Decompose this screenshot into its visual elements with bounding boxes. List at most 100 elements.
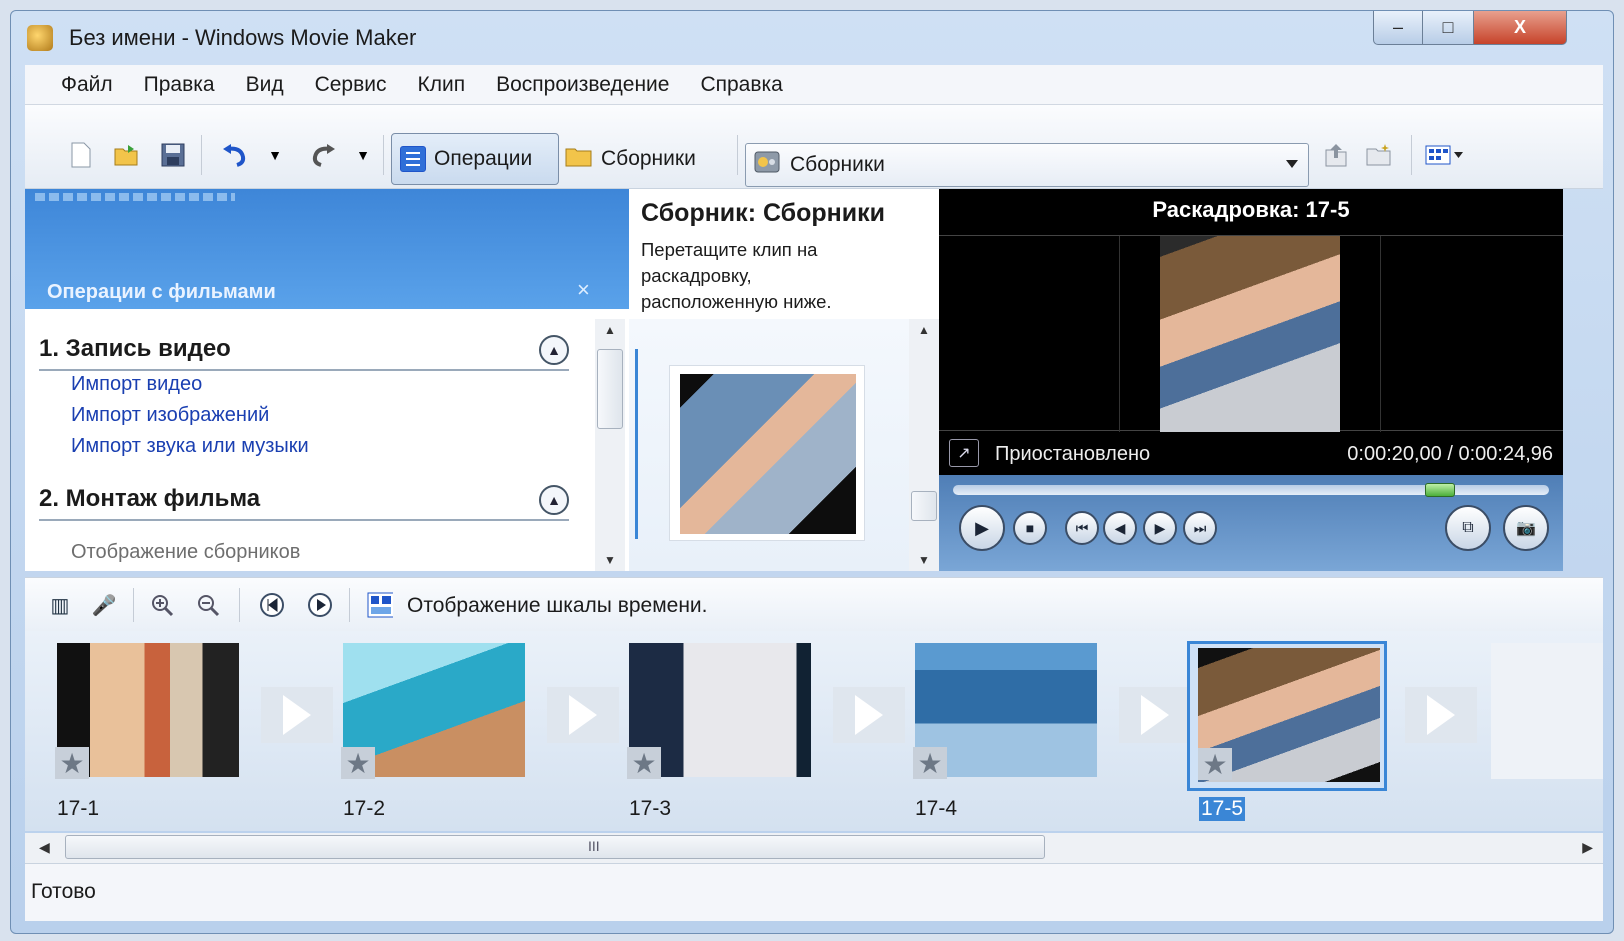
show-timeline-label[interactable]: Отображение шкалы времени. — [407, 594, 708, 618]
operations-button[interactable]: Операции — [391, 133, 559, 185]
collection-film-icon — [754, 149, 780, 181]
empty-storyboard-cell[interactable] — [1491, 643, 1603, 779]
save-project-icon[interactable] — [159, 141, 187, 169]
redo-icon[interactable] — [309, 141, 337, 169]
transition-slot[interactable] — [833, 687, 905, 743]
section-capture-title[interactable]: 1. Запись видео — [39, 335, 231, 363]
set-audio-levels-icon[interactable]: ▥ — [47, 592, 73, 618]
narrate-microphone-icon[interactable]: 🎤 — [91, 592, 117, 618]
next-frame-icon[interactable]: ⏭ — [1183, 511, 1217, 545]
close-icon[interactable]: × — [577, 277, 590, 303]
undo-icon[interactable] — [221, 141, 249, 169]
maximize-button[interactable]: □ — [1422, 11, 1474, 45]
storyboard-scrollbar[interactable]: ◀ III ▶ — [25, 833, 1603, 863]
scroll-left-icon[interactable]: ◀ — [39, 839, 50, 856]
menu-clip[interactable]: Клип — [418, 73, 466, 97]
zoom-out-icon[interactable] — [195, 592, 221, 618]
scroll-down-icon[interactable]: ▼ — [918, 553, 930, 567]
scroll-up-icon[interactable]: ▲ — [604, 323, 616, 337]
transition-slot[interactable] — [261, 687, 333, 743]
chevron-down-icon — [1286, 160, 1298, 168]
menu-help[interactable]: Справка — [700, 73, 782, 97]
storyboard-clip[interactable]: ★ — [619, 643, 815, 787]
preview-status-row: ↗ Приостановлено 0:00:20,00 / 0:00:24,96 — [939, 433, 1563, 473]
collection-description: Перетащите клип на раскадровку, располож… — [641, 239, 832, 312]
scroll-right-icon[interactable]: ▶ — [1582, 839, 1593, 856]
menu-bar: Файл Правка Вид Сервис Клип Воспроизведе… — [25, 65, 1603, 105]
menu-edit[interactable]: Правка — [144, 73, 215, 97]
star-icon[interactable]: ★ — [1198, 748, 1232, 780]
play-icon[interactable]: ▶ — [959, 505, 1005, 551]
clip-label-selected: 17-5 — [1199, 797, 1246, 821]
step-back-icon[interactable]: ◀ — [1103, 511, 1137, 545]
storyboard-toolbar: ▥ 🎤 Отображение шкалы времени. — [25, 577, 1603, 631]
step-forward-icon[interactable]: ▶ — [1143, 511, 1177, 545]
preview-screen — [939, 235, 1563, 432]
undo-dropdown-icon[interactable]: ▼ — [261, 141, 289, 169]
storyboard-clip[interactable]: ★ — [47, 643, 243, 787]
section-edit-title[interactable]: 2. Монтаж фильма — [39, 485, 260, 513]
clip-label: 17-2 — [343, 797, 386, 820]
import-video-link[interactable]: Импорт видео — [71, 373, 202, 396]
star-icon[interactable]: ★ — [341, 747, 375, 779]
rewind-storyboard-icon[interactable] — [259, 592, 285, 618]
scroll-up-icon[interactable]: ▲ — [918, 323, 930, 337]
tasks-header: Операции с фильмами × — [25, 189, 629, 309]
collection-clip-thumbnail[interactable] — [669, 365, 865, 541]
preview-title: Раскадровка: 17-5 — [1152, 197, 1350, 222]
new-collection-folder-icon[interactable] — [1365, 141, 1393, 169]
views-icon[interactable] — [1425, 141, 1465, 169]
status-text: Готово — [31, 880, 96, 903]
collapse-section-icon[interactable]: ▲ — [539, 335, 569, 365]
play-storyboard-icon[interactable] — [307, 592, 333, 618]
menu-playback[interactable]: Воспроизведение — [496, 73, 669, 97]
previous-frame-icon[interactable]: ⏮ — [1065, 511, 1099, 545]
star-icon[interactable]: ★ — [627, 747, 661, 779]
title-bar: Без имени - Windows Movie Maker – □ X — [11, 11, 1613, 63]
clip-label: 17-3 — [629, 797, 672, 820]
menu-view[interactable]: Вид — [246, 73, 284, 97]
star-icon[interactable]: ★ — [913, 747, 947, 779]
preview-monitor: Раскадровка: 17-5 ↗ Приостановлено 0:00:… — [939, 189, 1563, 571]
collections-button[interactable]: Сборники — [565, 141, 696, 177]
show-timeline-icon[interactable] — [367, 592, 393, 618]
show-collections-link[interactable]: Отображение сборников — [71, 541, 300, 564]
storyboard-clip-selected[interactable]: ★ — [1187, 641, 1387, 791]
detach-preview-icon[interactable]: ↗ — [949, 439, 979, 467]
seek-slider-knob[interactable] — [1425, 483, 1455, 497]
up-level-icon[interactable] — [1321, 141, 1349, 169]
new-project-icon[interactable] — [67, 141, 95, 169]
clip-label: 17-4 — [915, 797, 958, 820]
storyboard-clip[interactable]: ★ — [905, 643, 1101, 787]
operations-label: Операции — [434, 147, 533, 170]
menu-tools[interactable]: Сервис — [315, 73, 387, 97]
tasks-scrollbar[interactable]: ▲ ▼ — [595, 319, 625, 571]
take-picture-icon[interactable]: 📷 — [1503, 505, 1549, 551]
collection-scrollbar[interactable]: ▲ ▼ — [909, 319, 939, 571]
playback-status: Приостановлено — [995, 443, 1151, 465]
menu-file[interactable]: Файл — [61, 73, 113, 97]
movie-maker-app-icon — [27, 25, 53, 51]
split-clip-icon[interactable]: ⧉ — [1445, 505, 1491, 551]
collapse-section-icon[interactable]: ▲ — [539, 485, 569, 515]
transition-slot[interactable] — [547, 687, 619, 743]
seek-bar[interactable] — [953, 485, 1549, 495]
star-icon[interactable]: ★ — [55, 747, 89, 779]
open-project-icon[interactable] — [113, 141, 141, 169]
import-pictures-link[interactable]: Импорт изображений — [71, 404, 269, 427]
redo-dropdown-icon[interactable]: ▼ — [349, 141, 377, 169]
collections-label: Сборники — [601, 147, 696, 170]
collections-combo[interactable]: Сборники — [745, 143, 1309, 187]
close-button[interactable]: X — [1473, 11, 1567, 45]
scroll-down-icon[interactable]: ▼ — [604, 553, 616, 567]
zoom-in-icon[interactable] — [149, 592, 175, 618]
folder-icon — [565, 145, 593, 173]
transition-slot[interactable] — [1405, 687, 1477, 743]
movie-tasks-pane: Операции с фильмами × 1. Запись видео ▲ … — [25, 189, 629, 571]
collection-title: Сборник: Сборники — [641, 199, 886, 227]
import-audio-link[interactable]: Импорт звука или музыки — [71, 435, 309, 458]
stop-icon[interactable]: ■ — [1013, 511, 1047, 545]
minimize-button[interactable]: – — [1373, 11, 1423, 45]
transition-slot[interactable] — [1119, 687, 1191, 743]
storyboard-clip[interactable]: ★ — [333, 643, 529, 787]
